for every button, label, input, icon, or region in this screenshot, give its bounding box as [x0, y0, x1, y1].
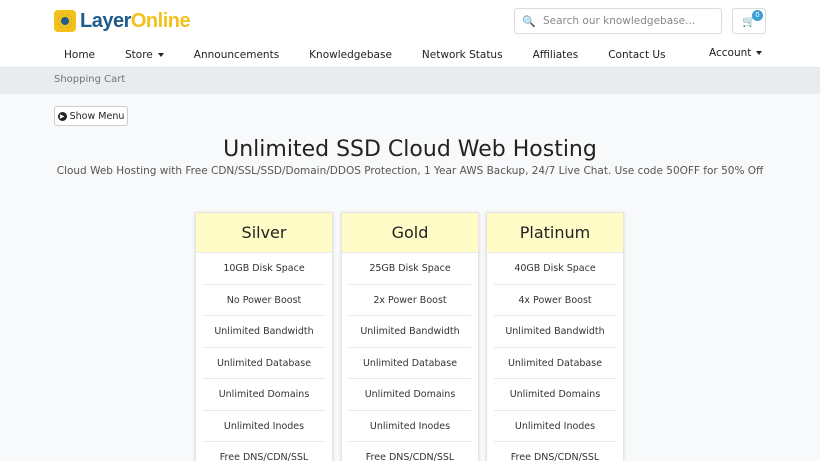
- plan-feature: Unlimited Domains: [349, 379, 471, 411]
- nav-knowledgebase[interactable]: Knowledgebase: [299, 49, 397, 61]
- arrow-circle-right-icon: ▶: [57, 111, 67, 121]
- chevron-down-icon: [756, 51, 763, 55]
- breadcrumb[interactable]: Shopping Cart: [54, 74, 125, 85]
- plan-feature: Free DNS/CDN/SSL: [219, 452, 309, 461]
- plan-feature: 40GB Disk Space: [494, 253, 616, 285]
- breadcrumb-bar: Shopping Cart: [0, 68, 820, 94]
- nav-home[interactable]: Home: [54, 49, 100, 61]
- nav-network-status[interactable]: Network Status: [412, 49, 508, 61]
- nav-store[interactable]: Store: [115, 49, 169, 61]
- search-icon: 🔍: [522, 14, 536, 28]
- search-box[interactable]: 🔍: [514, 8, 722, 34]
- plan-feature: Free DNS/CDN/SSL: [365, 452, 455, 461]
- plan-name: Gold: [342, 213, 478, 253]
- cart-button[interactable]: 🛒 0: [732, 8, 766, 34]
- plan-feature: Unlimited Inodes: [203, 411, 325, 442]
- show-menu-button[interactable]: ▶ Show Menu: [54, 106, 128, 126]
- brand-part2: Online: [130, 9, 191, 32]
- plan-feature: 25GB Disk Space: [349, 253, 471, 285]
- plan-feature: Unlimited Bandwidth: [203, 316, 325, 348]
- plan-feature: 2x Power Boost: [349, 285, 471, 316]
- page-subtitle: Cloud Web Hosting with Free CDN/SSL/SSD/…: [56, 165, 764, 177]
- cart-count-badge: 0: [752, 10, 763, 21]
- site-header: LayerOnline 🔍 🛒 0 Home Store Announcemen…: [0, 0, 820, 68]
- plan-feature: 4x Power Boost: [494, 285, 616, 316]
- plan-feature: Free DNS/CDN/SSL: [510, 452, 600, 461]
- show-menu-label: Show Menu: [69, 110, 125, 122]
- brand-logo[interactable]: LayerOnline: [54, 8, 191, 34]
- plan-feature: Unlimited Domains: [494, 379, 616, 411]
- search-input[interactable]: [543, 15, 713, 27]
- main-nav: Home Store Announcements Knowledgebase N…: [54, 47, 686, 63]
- nav-account[interactable]: Account: [709, 47, 763, 59]
- plan-feature: No Power Boost: [203, 285, 325, 316]
- plan-feature: Unlimited Database: [494, 348, 616, 379]
- nav-announcements[interactable]: Announcements: [184, 49, 284, 61]
- plan-name: Platinum: [487, 213, 623, 253]
- plan-feature: Unlimited Bandwidth: [349, 316, 471, 348]
- plan-card-silver[interactable]: Silver 10GB Disk Space No Power Boost Un…: [195, 212, 333, 461]
- nav-account-label: Account: [709, 47, 752, 59]
- brand-part1: Layer: [80, 9, 131, 32]
- nav-contact-us[interactable]: Contact Us: [598, 49, 670, 61]
- plan-feature: Unlimited Domains: [203, 379, 325, 411]
- plan-feature: Unlimited Bandwidth: [494, 316, 616, 348]
- plan-name: Silver: [196, 213, 332, 253]
- plan-card-platinum[interactable]: Platinum 40GB Disk Space 4x Power Boost …: [486, 212, 624, 461]
- plan-card-gold[interactable]: Gold 25GB Disk Space 2x Power Boost Unli…: [341, 212, 479, 461]
- plan-feature: Unlimited Inodes: [349, 411, 471, 442]
- plan-feature: Unlimited Database: [203, 348, 325, 379]
- plan-feature: 10GB Disk Space: [203, 253, 325, 285]
- plan-feature: Unlimited Database: [349, 348, 471, 379]
- nav-affiliates[interactable]: Affiliates: [523, 49, 584, 61]
- page-title: Unlimited SSD Cloud Web Hosting: [223, 137, 597, 162]
- brand-name: LayerOnline: [80, 9, 191, 33]
- logo-icon: [54, 10, 76, 32]
- plan-feature: Unlimited Inodes: [494, 411, 616, 442]
- chevron-down-icon: [157, 53, 164, 57]
- nav-store-label: Store: [125, 49, 153, 61]
